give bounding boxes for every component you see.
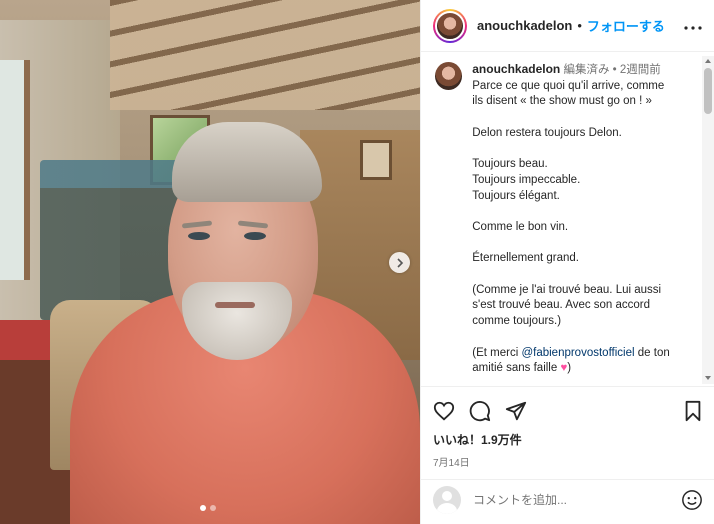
carousel-dots <box>200 505 216 511</box>
post-time-ago[interactable]: 2週間前 <box>620 64 661 76</box>
viewer-avatar <box>433 485 461 514</box>
post-date[interactable]: 7月14日 <box>433 454 703 469</box>
photo-ceiling-beams <box>110 0 420 110</box>
caption-line: Toujours impeccable. <box>472 173 581 186</box>
caption-line: (Comme je l'ai trouvé beau. Lui aussi <box>472 283 662 296</box>
edited-label: 編集済み <box>563 64 610 76</box>
post-side-panel: anouchkadelon • フォローする anouchkadelon 編集済… <box>420 0 714 524</box>
heart-icon[interactable] <box>433 400 455 422</box>
comment-icon[interactable] <box>469 400 491 422</box>
caption-thanks-prefix: (Et merci <box>472 346 522 359</box>
caption-lines: Parce ce que quoi qu'il arrive, comme ils… <box>472 79 701 346</box>
caption-line: Toujours élégant. <box>472 189 560 202</box>
photo-eye-right <box>244 232 266 240</box>
comment-bar <box>421 479 714 519</box>
header-separator: • <box>577 18 582 33</box>
caption-final-text: amitié sans faille <box>472 362 561 375</box>
carousel-dot-active <box>200 505 206 511</box>
caption-line: Delon restera toujours Delon. <box>472 126 622 139</box>
caption-final-close: ) <box>567 362 572 375</box>
caption-line: Comme le bon vin. <box>472 220 569 233</box>
photo-picture-frame <box>360 140 392 180</box>
post-photo[interactable] <box>0 0 420 524</box>
caption-line <box>472 236 701 252</box>
caption-line: comme toujours.) <box>472 315 562 328</box>
caption-line: ils disent « the show must go on ! » <box>472 95 652 108</box>
caption-avatar[interactable] <box>435 62 463 90</box>
share-icon[interactable] <box>505 400 527 422</box>
ellipsis-icon <box>684 25 702 30</box>
caption-line: Parce ce que quoi qu'il arrive, comme <box>472 79 665 92</box>
photo-birdcage <box>40 160 180 320</box>
scroll-down-arrow-icon[interactable] <box>705 376 711 380</box>
caption-username[interactable]: anouchkadelon <box>472 62 560 76</box>
caption-line: Éternellement grand. <box>472 252 580 265</box>
photo-window-left <box>0 60 30 280</box>
author-avatar[interactable] <box>433 8 467 43</box>
caption-line-final: amitié sans faille ♥) <box>472 361 701 377</box>
more-options-icon[interactable] <box>684 17 702 35</box>
caption-separator: • <box>612 64 617 76</box>
caption-area: anouchkadelon 編集済み • 2週間前 Parce ce que q… <box>421 56 714 384</box>
caption-thanks-suffix: de ton <box>634 346 670 359</box>
post-actions: いいね！1.9万件 7月14日 <box>421 386 714 514</box>
smile-icon[interactable] <box>681 489 703 511</box>
caption-text: anouchkadelon 編集済み • 2週間前 Parce ce que q… <box>472 62 701 384</box>
post-header: anouchkadelon • フォローする <box>421 0 714 52</box>
caption-line: s'est trouvé beau. Avec son accord <box>472 299 651 312</box>
carousel-dot <box>210 505 216 511</box>
bookmark-icon[interactable] <box>683 400 703 422</box>
scroll-up-arrow-icon[interactable] <box>705 59 711 63</box>
comment-input[interactable] <box>473 492 673 507</box>
action-icons-row <box>433 399 703 423</box>
caption-line <box>472 142 701 158</box>
caption-line <box>472 204 701 220</box>
caption-line-thanks: (Et merci @fabienprovostofficiel de ton <box>472 346 701 362</box>
caption-line <box>472 267 701 283</box>
caption-line: Toujours beau. <box>472 158 548 171</box>
photo-eye-left <box>188 232 210 240</box>
scrollbar-thumb[interactable] <box>704 68 712 114</box>
chevron-right-icon <box>396 257 403 268</box>
caption-line <box>472 110 701 126</box>
photo-mouth <box>215 302 255 308</box>
caption-line <box>472 330 701 346</box>
follow-button[interactable]: フォローする <box>587 16 665 35</box>
carousel-next-button[interactable] <box>389 252 410 273</box>
author-username[interactable]: anouchkadelon <box>477 18 572 33</box>
likes-count[interactable]: いいね！1.9万件 <box>433 431 703 448</box>
mention-link[interactable]: @fabienprovostofficiel <box>521 347 634 359</box>
